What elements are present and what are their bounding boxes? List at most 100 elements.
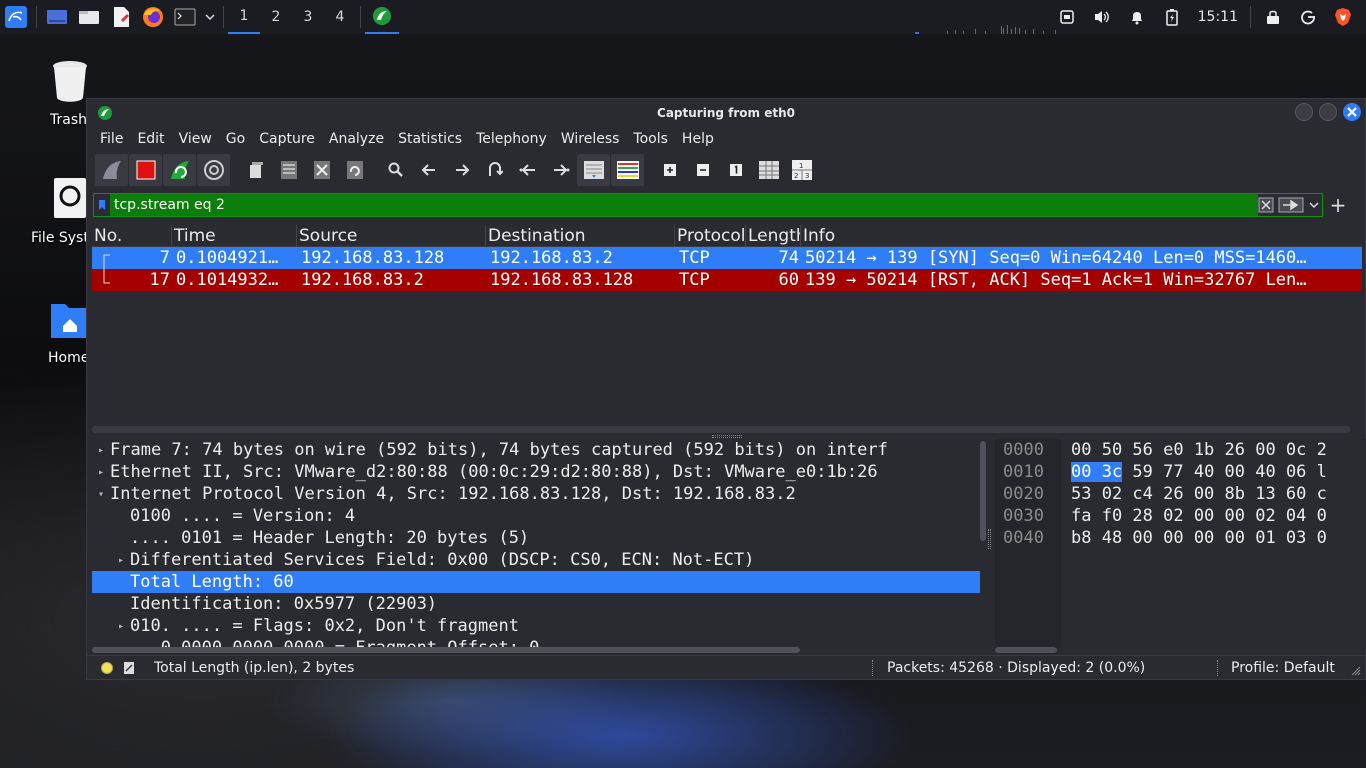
collapse-arrow-icon[interactable]: ▾ xyxy=(92,489,110,500)
close-button[interactable] xyxy=(1343,103,1361,121)
menu-capture[interactable]: Capture xyxy=(252,131,322,147)
wireshark-task-button[interactable] xyxy=(365,0,399,34)
expert-info-icon[interactable] xyxy=(101,661,113,674)
hex-row[interactable]: 0010 00 3c 59 77 40 00 40 06 l xyxy=(995,461,1366,483)
logout-icon[interactable] xyxy=(1290,0,1325,34)
brave-browser-icon[interactable] xyxy=(1325,0,1360,34)
reload-file-button[interactable] xyxy=(338,154,371,186)
column-source[interactable]: Source xyxy=(297,224,486,247)
column-time[interactable]: Time xyxy=(172,224,297,247)
workspace-2[interactable]: 2 xyxy=(260,0,292,34)
restart-capture-button[interactable] xyxy=(163,154,196,186)
hex-row[interactable]: 0020 53 02 c4 26 00 8b 13 60 c xyxy=(995,483,1366,505)
menu-go[interactable]: Go xyxy=(219,131,252,147)
terminal-icon[interactable] xyxy=(169,0,201,34)
hex-row[interactable]: 0000 00 50 56 e0 1b 26 00 0c 2 xyxy=(995,439,1366,461)
notification-bell-icon[interactable] xyxy=(1120,0,1155,34)
hex-row[interactable]: 0040 b8 48 00 00 00 00 01 03 0 xyxy=(995,527,1366,549)
firefox-icon[interactable] xyxy=(137,0,169,34)
text-editor-icon[interactable] xyxy=(105,0,137,34)
clear-filter-button[interactable] xyxy=(1258,197,1274,213)
go-to-packet-button[interactable] xyxy=(478,154,511,186)
lock-icon[interactable] xyxy=(1255,0,1290,34)
detail-row-selected[interactable]: Total Length: 60 xyxy=(92,571,980,593)
details-vertical-scrollbar[interactable] xyxy=(980,441,986,541)
expand-arrow-icon[interactable]: ▸ xyxy=(92,467,110,478)
kali-menu-icon[interactable] xyxy=(0,0,32,34)
last-packet-button[interactable] xyxy=(544,154,577,186)
volume-icon[interactable] xyxy=(1085,0,1120,34)
open-file-button[interactable] xyxy=(239,154,272,186)
close-file-button[interactable] xyxy=(305,154,338,186)
packet-list-scrollbar[interactable] xyxy=(92,426,1350,433)
apply-filter-button[interactable] xyxy=(1278,197,1304,213)
bookmark-icon[interactable] xyxy=(94,194,110,216)
maximize-button[interactable] xyxy=(1319,103,1337,121)
expand-arrow-icon[interactable]: ▸ xyxy=(112,621,130,632)
battery-icon[interactable] xyxy=(1155,0,1190,34)
clipboard-icon[interactable] xyxy=(1050,0,1085,34)
detail-row[interactable]: ▸ Differentiated Services Field: 0x00 (D… xyxy=(92,549,980,571)
detail-row[interactable]: 0100 .... = Version: 4 xyxy=(92,505,980,527)
zoom-out-button[interactable] xyxy=(686,154,719,186)
details-horizontal-scrollbar[interactable] xyxy=(92,647,800,653)
menu-help[interactable]: Help xyxy=(675,131,721,147)
show-desktop-icon[interactable] xyxy=(41,0,73,34)
menu-tools[interactable]: Tools xyxy=(626,131,675,147)
pane-splitter-horizontal[interactable] xyxy=(712,435,742,438)
menu-file[interactable]: File xyxy=(93,131,130,147)
display-filter-input[interactable] xyxy=(110,194,1258,216)
menu-view[interactable]: View xyxy=(172,131,219,147)
column-destination[interactable]: Destination xyxy=(486,224,675,247)
minimize-button[interactable] xyxy=(1295,103,1313,121)
menu-telephony[interactable]: Telephony xyxy=(469,131,554,147)
stop-capture-button[interactable] xyxy=(129,154,162,186)
go-forward-button[interactable] xyxy=(445,154,478,186)
pane-splitter-vertical[interactable] xyxy=(988,529,991,549)
start-capture-button[interactable] xyxy=(95,154,128,186)
zoom-in-button[interactable] xyxy=(653,154,686,186)
column-length[interactable]: Length xyxy=(746,224,801,247)
status-profile[interactable]: Profile: Default xyxy=(1231,660,1335,676)
menu-edit[interactable]: Edit xyxy=(130,131,171,147)
menu-statistics[interactable]: Statistics xyxy=(391,131,469,147)
save-file-button[interactable] xyxy=(272,154,305,186)
layout-button[interactable]: 123 xyxy=(785,154,818,186)
clock[interactable]: 15:11 xyxy=(1190,9,1246,25)
resize-grip-icon[interactable] xyxy=(1351,666,1361,676)
packet-row[interactable]: 7 0.1004921… 192.168.83.128 192.168.83.2… xyxy=(92,247,1362,269)
zoom-normal-button[interactable] xyxy=(719,154,752,186)
column-no[interactable]: No. xyxy=(92,224,172,247)
resize-columns-button[interactable] xyxy=(752,154,785,186)
detail-row[interactable]: ▾ Internet Protocol Version 4, Src: 192.… xyxy=(92,483,980,505)
filter-history-button[interactable] xyxy=(1308,197,1320,213)
packet-row[interactable]: 17 0.1014932… 192.168.83.2 192.168.83.12… xyxy=(92,269,1362,291)
detail-row[interactable]: Identification: 0x5977 (22903) xyxy=(92,593,980,615)
menu-analyze[interactable]: Analyze xyxy=(322,131,391,147)
edit-comment-icon[interactable] xyxy=(123,661,135,675)
window-titlebar[interactable]: Capturing from eth0 xyxy=(87,99,1365,126)
detail-row[interactable]: ▸ 010. .... = Flags: 0x2, Don't fragment xyxy=(92,615,980,637)
expand-arrow-icon[interactable]: ▸ xyxy=(112,555,130,566)
workspace-3[interactable]: 3 xyxy=(292,0,324,34)
first-packet-button[interactable] xyxy=(511,154,544,186)
column-protocol[interactable]: Protocol xyxy=(675,224,746,247)
colorize-button[interactable] xyxy=(611,154,644,186)
menu-wireless[interactable]: Wireless xyxy=(554,131,627,147)
hex-row[interactable]: 0030 fa f0 28 02 00 00 02 04 0 xyxy=(995,505,1366,527)
find-packet-button[interactable] xyxy=(379,154,412,186)
detail-row[interactable]: .... 0101 = Header Length: 20 bytes (5) xyxy=(92,527,980,549)
detail-row[interactable]: ▸ Ethernet II, Src: VMware_d2:80:88 (00:… xyxy=(92,461,980,483)
file-manager-icon[interactable] xyxy=(73,0,105,34)
autoscroll-button[interactable] xyxy=(577,154,610,186)
go-back-button[interactable] xyxy=(412,154,445,186)
column-info[interactable]: Info xyxy=(801,225,1362,247)
workspace-4[interactable]: 4 xyxy=(324,0,356,34)
detail-row[interactable]: ▸ Frame 7: 74 bytes on wire (592 bits), … xyxy=(92,439,980,461)
bytes-horizontal-scrollbar[interactable] xyxy=(995,647,1057,653)
capture-options-button[interactable] xyxy=(197,154,230,186)
add-filter-button[interactable]: + xyxy=(1323,193,1353,217)
chevron-down-icon[interactable] xyxy=(201,0,219,34)
expand-arrow-icon[interactable]: ▸ xyxy=(92,445,110,456)
workspace-1[interactable]: 1 xyxy=(228,0,260,34)
